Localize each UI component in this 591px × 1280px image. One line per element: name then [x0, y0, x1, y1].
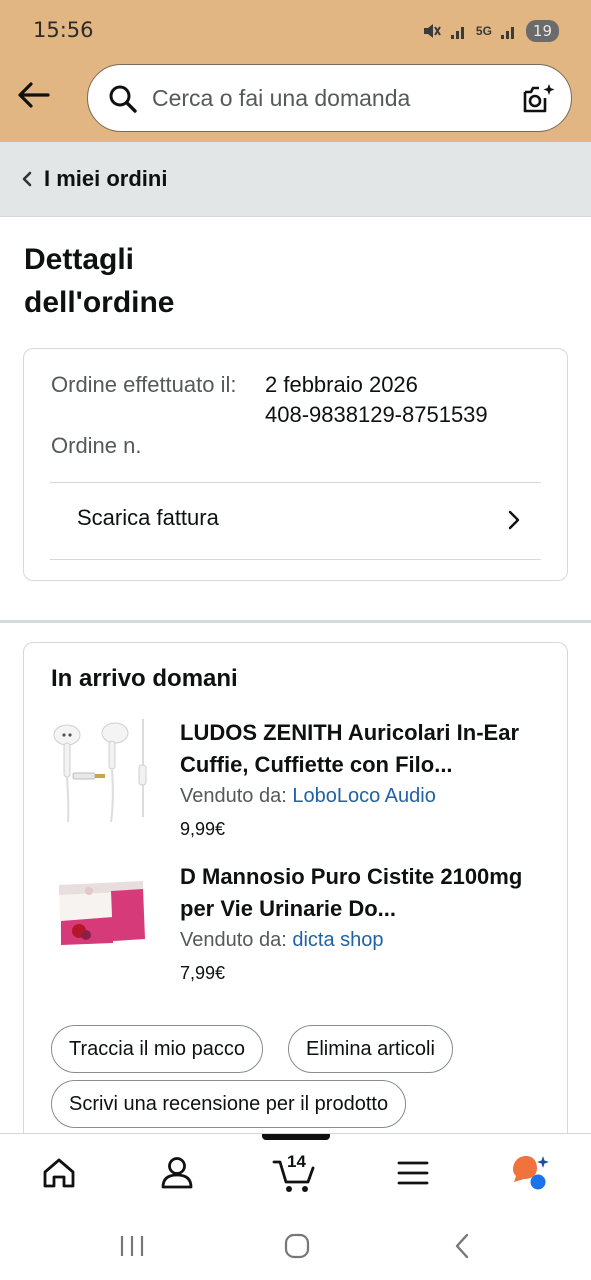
order-number-value: 408-9838129-8751539	[265, 402, 488, 427]
delete-items-button[interactable]: Elimina articoli	[288, 1025, 453, 1073]
shipment-status-title: In arrivo domani	[51, 665, 238, 692]
seller-prefix: Venduto da:	[180, 929, 287, 951]
battery-indicator: 19	[525, 20, 559, 42]
order-number-label: Ordine n.	[51, 433, 142, 458]
search-placeholder: Cerca o fai una domanda	[152, 85, 411, 111]
status-time: 15:56	[33, 18, 94, 42]
earphones-product-image[interactable]	[51, 717, 151, 827]
chevron-right-icon	[508, 510, 520, 530]
recent-apps-icon[interactable]	[118, 1233, 146, 1259]
track-package-button[interactable]: Traccia il mio pacco	[51, 1025, 263, 1073]
system-nav-bar	[0, 1213, 591, 1280]
order-date-label: Ordine effettuato il:	[51, 372, 237, 397]
seller-prefix: Venduto da:	[180, 785, 287, 807]
search-bar[interactable]: Cerca o fai una domanda	[87, 64, 572, 132]
bottom-nav: 14	[0, 1133, 591, 1213]
back-nav-icon[interactable]	[452, 1232, 474, 1260]
order-item[interactable]: LUDOS ZENITH Auricolari In-Ear Cuffie, C…	[51, 717, 551, 847]
back-arrow-icon[interactable]	[16, 78, 52, 112]
account-icon[interactable]	[152, 1148, 202, 1198]
signal-icon-2	[500, 27, 514, 39]
mute-icon	[423, 24, 441, 38]
item-name[interactable]: D Mannosio Puro Cistite 2100mg per Vie U…	[180, 861, 540, 925]
chevron-left-icon	[22, 171, 32, 187]
app-header: 15:56 5G 19 Cerca o fai una domanda	[0, 0, 591, 142]
page-title: Dettagli dell'ordine	[24, 243, 175, 319]
item-name[interactable]: LUDOS ZENITH Auricolari In-Ear Cuffie, C…	[180, 717, 540, 781]
seller-link[interactable]: LoboLoco Audio	[292, 785, 435, 807]
status-icons: 5G 19	[422, 18, 559, 44]
home-nav-icon[interactable]	[283, 1232, 311, 1260]
seller-link[interactable]: dicta shop	[292, 929, 383, 951]
order-info-card: Ordine effettuato il: 2 febbraio 2026 Or…	[23, 348, 568, 581]
rufus-assistant-icon[interactable]	[506, 1148, 556, 1198]
section-separator	[0, 620, 591, 623]
nav-active-indicator	[262, 1134, 330, 1140]
item-price: 7,99€	[180, 963, 226, 983]
shipment-card: In arrivo domani LUDOS ZENITH Auricolari…	[23, 642, 568, 1162]
camera-search-icon[interactable]	[521, 82, 555, 116]
menu-icon[interactable]	[388, 1148, 438, 1198]
order-item[interactable]: D Mannosio Puro Cistite 2100mg per Vie U…	[51, 861, 551, 991]
order-date-value: 2 febbraio 2026	[265, 372, 418, 397]
supplement-product-image[interactable]	[51, 861, 151, 971]
download-invoice-label[interactable]: Scarica fattura	[77, 505, 219, 531]
item-seller: Venduto da: LoboLoco Audio	[180, 785, 436, 808]
item-price: 9,99€	[180, 819, 226, 839]
item-seller: Venduto da: dicta shop	[180, 929, 384, 952]
breadcrumb[interactable]: I miei ordini	[0, 142, 591, 217]
divider	[50, 559, 541, 560]
cart-count: 14	[287, 1152, 306, 1171]
network-type: 5G	[475, 24, 492, 38]
home-icon[interactable]	[34, 1148, 84, 1198]
download-invoice-row[interactable]: Scarica fattura	[51, 483, 541, 559]
signal-icon	[450, 27, 464, 39]
search-icon	[109, 85, 137, 113]
status-bar: 15:56 5G 19	[0, 0, 591, 60]
breadcrumb-label[interactable]: I miei ordini	[44, 166, 167, 192]
write-review-button[interactable]: Scrivi una recensione per il prodotto	[51, 1080, 407, 1128]
